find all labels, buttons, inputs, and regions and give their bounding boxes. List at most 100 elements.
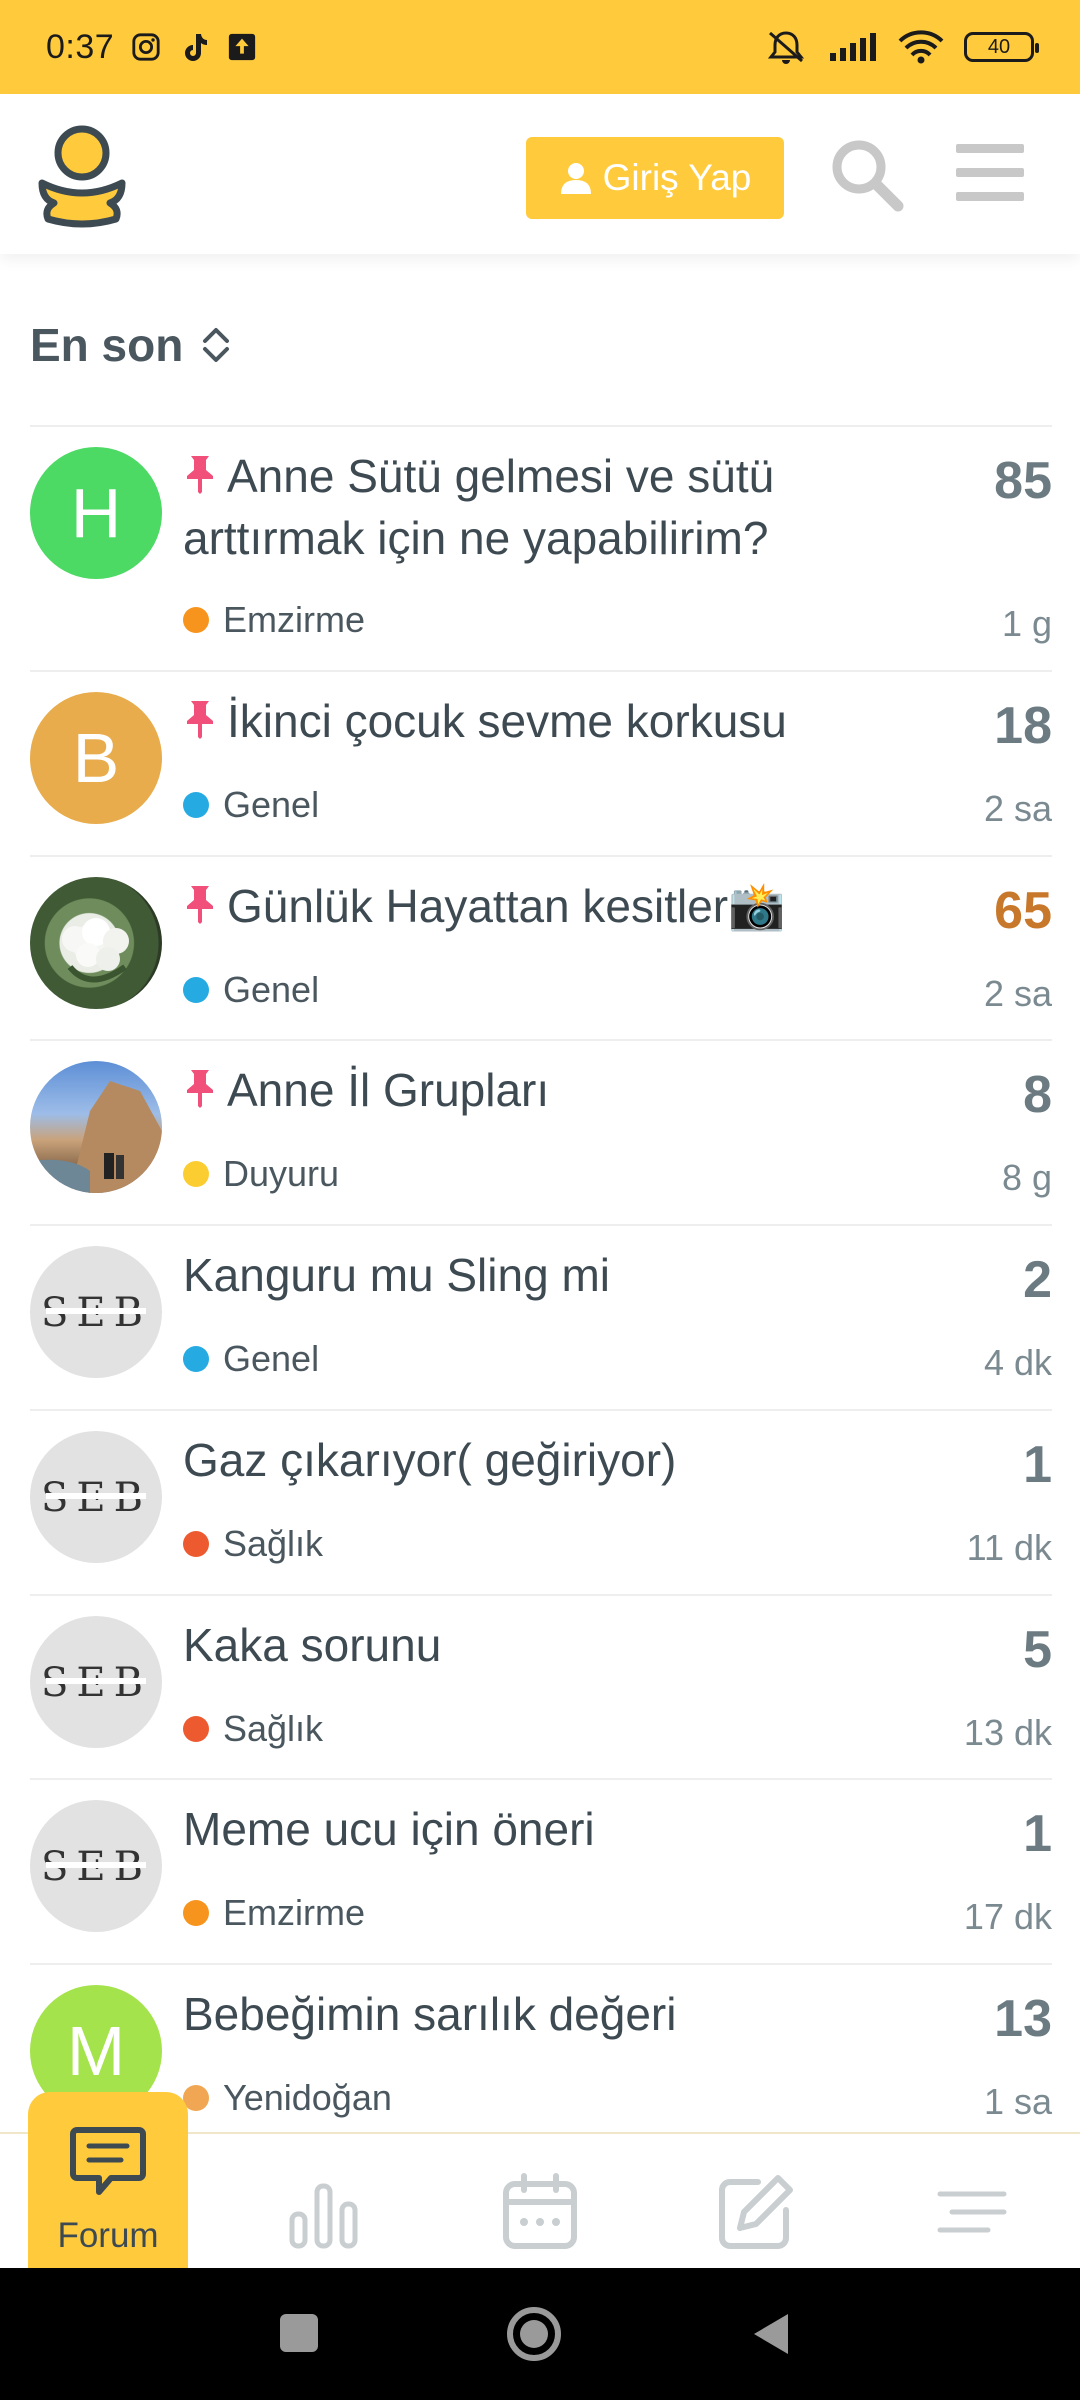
login-button[interactable]: Giriş Yap (526, 137, 784, 219)
instagram-icon (130, 31, 162, 63)
activity-age[interactable]: 13 dk (964, 1712, 1052, 1754)
topic-title[interactable]: Kaka sorunu (183, 1614, 943, 1676)
sort-selector[interactable]: En son (30, 318, 233, 372)
battery-indicator: 40 (964, 32, 1039, 62)
avatar[interactable]: SEB (30, 1616, 162, 1748)
activity-age[interactable]: 4 dk (984, 1342, 1052, 1384)
system-navigation-bar (0, 2268, 1080, 2400)
bottom-navigation: Forum (0, 2092, 1080, 2270)
seb-logo-icon: SEB (41, 1660, 146, 1706)
reply-count[interactable]: 13 (994, 1989, 1052, 2049)
topic-title[interactable]: Anne Sütü gelmesi ve sütü arttırmak için… (183, 445, 943, 569)
pin-icon (187, 886, 213, 924)
topic-title[interactable]: Günlük Hayattan kesitler📸 (183, 875, 943, 937)
category-badge[interactable]: Sağlık (183, 1708, 323, 1750)
flowers-photo (62, 918, 129, 983)
stats-chart-icon[interactable] (284, 2172, 364, 2252)
tiktok-icon (178, 31, 210, 63)
topic-row[interactable]: B İkinci çocuk sevme korkusu Genel 18 2 … (30, 670, 1052, 855)
topic-title[interactable]: Kanguru mu Sling mi (183, 1244, 943, 1306)
reply-count[interactable]: 1 (1023, 1804, 1052, 1864)
avatar[interactable]: H (30, 447, 162, 579)
nav-forum-tab[interactable]: Forum (28, 2092, 188, 2270)
topic-row[interactable]: H Anne Sütü gelmesi ve sütü arttırmak iç… (30, 425, 1052, 670)
activity-age[interactable]: 8 g (1002, 1157, 1052, 1199)
wifi-icon (898, 30, 944, 64)
avatar[interactable]: SEB (30, 1431, 162, 1563)
avatar[interactable] (30, 877, 162, 1009)
activity-age[interactable]: 2 sa (984, 973, 1052, 1015)
avatar[interactable]: SEB (30, 1800, 162, 1932)
category-badge[interactable]: Duyuru (183, 1153, 339, 1195)
reply-count[interactable]: 8 (1023, 1065, 1052, 1125)
pin-icon (187, 456, 213, 494)
menu-lines-icon[interactable] (932, 2172, 1012, 2252)
category-badge[interactable]: Emzirme (183, 599, 365, 641)
topic-row[interactable]: SEB Gaz çıkarıyor( geğiriyor) Sağlık 1 1… (30, 1409, 1052, 1594)
silent-bell-icon (764, 31, 808, 64)
avatar[interactable] (30, 1061, 162, 1193)
activity-age[interactable]: 2 sa (984, 788, 1052, 830)
category-badge[interactable]: Yenidoğan (183, 2077, 392, 2119)
hamburger-menu-icon[interactable] (954, 140, 1026, 206)
category-badge[interactable]: Genel (183, 1338, 319, 1380)
topic-title[interactable]: İkinci çocuk sevme korkusu (183, 690, 943, 752)
category-badge[interactable]: Emzirme (183, 1892, 365, 1934)
category-badge[interactable]: Genel (183, 784, 319, 826)
seb-logo-icon: SEB (41, 1844, 146, 1890)
topic-title[interactable]: Meme ucu için öneri (183, 1798, 943, 1860)
topic-title[interactable]: Bebeğimin sarılık değeri (183, 1983, 943, 2045)
topic-row[interactable]: Günlük Hayattan kesitler📸 Genel 65 2 sa (30, 855, 1052, 1039)
topic-row[interactable]: SEB Kanguru mu Sling mi Genel 2 4 dk (30, 1224, 1052, 1409)
edit-note-icon[interactable] (716, 2172, 796, 2252)
category-dot (183, 1716, 209, 1742)
avatar[interactable]: B (30, 692, 162, 824)
topic-row[interactable]: SEB Meme ucu için öneri Emzirme 1 17 dk (30, 1778, 1052, 1963)
chat-bubble-icon (70, 2127, 146, 2195)
topic-list: H Anne Sütü gelmesi ve sütü arttırmak iç… (30, 425, 1052, 2148)
status-time: 0:37 (46, 27, 115, 66)
app-header: Giriş Yap (0, 94, 1080, 254)
user-icon (560, 163, 591, 194)
avatar[interactable]: SEB (30, 1246, 162, 1378)
category-badge[interactable]: Sağlık (183, 1523, 323, 1565)
recents-icon[interactable] (278, 2312, 320, 2354)
sort-label: En son (30, 319, 184, 371)
upload-notification-icon (226, 31, 258, 63)
home-icon[interactable] (506, 2306, 562, 2362)
category-dot (183, 977, 209, 1003)
back-icon[interactable] (750, 2310, 792, 2358)
activity-age[interactable]: 1 g (1002, 603, 1052, 645)
pin-icon (187, 1070, 213, 1108)
logo-icon[interactable] (32, 119, 132, 229)
sort-chevrons-icon (203, 328, 230, 362)
reply-count[interactable]: 18 (994, 696, 1052, 756)
topic-title[interactable]: Gaz çıkarıyor( geğiriyor) (183, 1429, 943, 1491)
reply-count[interactable]: 1 (1023, 1435, 1052, 1495)
signal-icon (828, 31, 878, 63)
login-label: Giriş Yap (602, 157, 752, 198)
topic-title[interactable]: Anne İl Grupları (183, 1059, 943, 1121)
reply-count[interactable]: 85 (994, 451, 1052, 511)
category-dot (183, 1900, 209, 1926)
activity-age[interactable]: 1 sa (984, 2081, 1052, 2123)
category-dot (183, 1531, 209, 1557)
search-icon[interactable] (826, 134, 906, 214)
topic-row[interactable]: SEB Kaka sorunu Sağlık 5 13 dk (30, 1594, 1052, 1778)
status-bar: 0:37 40 (0, 0, 1080, 94)
category-dot (183, 1161, 209, 1187)
activity-age[interactable]: 17 dk (964, 1896, 1052, 1938)
reply-count[interactable]: 5 (1023, 1620, 1052, 1680)
landscape-photo (30, 1081, 162, 1193)
seb-logo-icon: SEB (41, 1290, 146, 1336)
category-dot (183, 792, 209, 818)
activity-age[interactable]: 11 dk (967, 1527, 1052, 1569)
topic-row[interactable]: Anne İl Grupları Duyuru 8 8 g (30, 1039, 1052, 1224)
reply-count[interactable]: 2 (1023, 1250, 1052, 1310)
category-dot (183, 607, 209, 633)
reply-count[interactable]: 65 (994, 881, 1052, 941)
nav-forum-label: Forum (57, 2216, 159, 2255)
pin-icon (187, 701, 213, 739)
calendar-icon[interactable] (500, 2172, 580, 2252)
category-badge[interactable]: Genel (183, 969, 319, 1011)
